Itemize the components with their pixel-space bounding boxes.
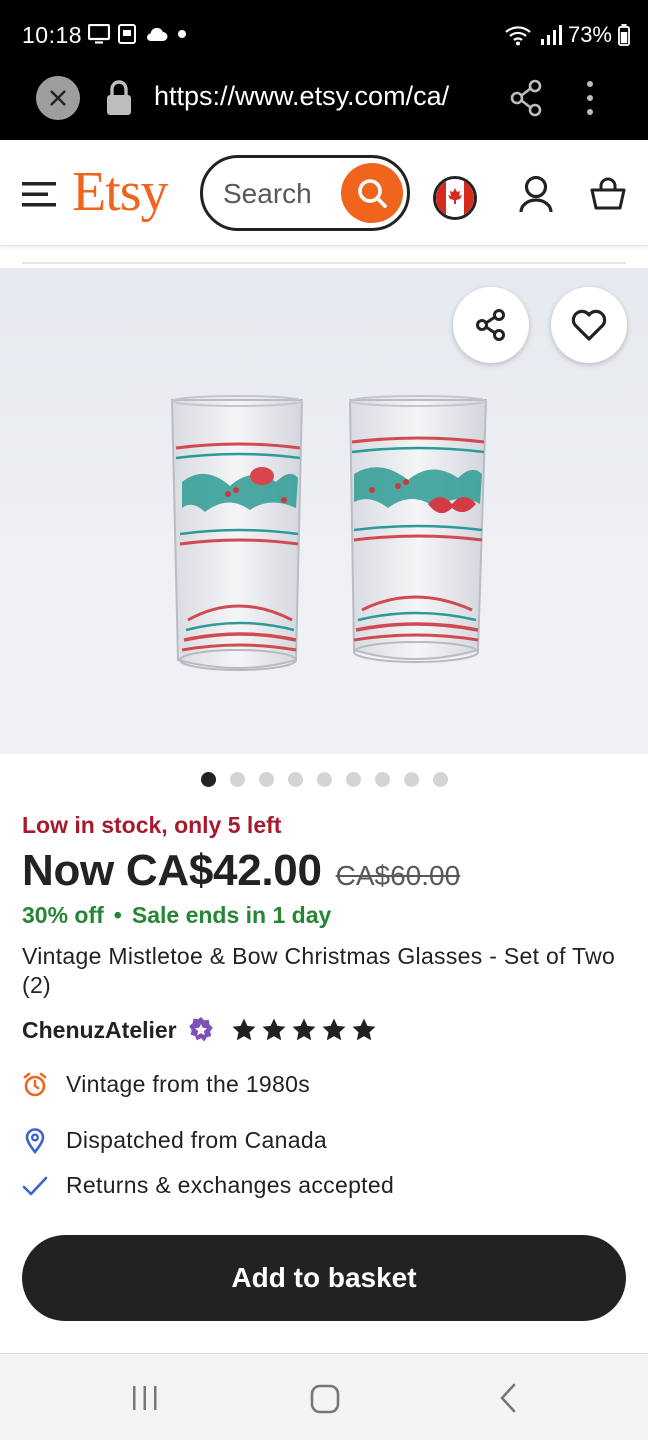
alarm-clock-icon (23, 1072, 47, 1096)
star-icon (262, 1018, 286, 1041)
feature-returns: Returns & exchanges accepted (22, 1172, 394, 1199)
more-options-icon[interactable] (578, 78, 602, 118)
heart-icon (571, 309, 607, 341)
star-icon (322, 1018, 346, 1041)
stock-notice: Low in stock, only 5 left (22, 812, 282, 838)
search-input[interactable] (223, 176, 343, 212)
status-bar: 10:18 73% (0, 0, 648, 70)
close-tab-button[interactable] (36, 76, 80, 120)
add-to-basket-button[interactable]: Add to basket (22, 1235, 626, 1321)
carousel-dots-list (201, 772, 448, 787)
dot-indicator-icon (178, 30, 186, 38)
lock-icon[interactable] (104, 78, 134, 118)
screenshot-icon (118, 24, 136, 44)
search-bar[interactable] (200, 155, 410, 231)
feature-dispatch: Dispatched from Canada (22, 1127, 327, 1154)
discount-label: 30% off (22, 902, 104, 928)
feature-vintage: Vintage from the 1980s (22, 1071, 310, 1098)
carousel-dot[interactable] (288, 772, 303, 787)
feature-returns-text: Returns & exchanges accepted (66, 1172, 395, 1198)
canada-flag-icon (436, 179, 474, 217)
star-icon (352, 1018, 376, 1041)
share-icon[interactable] (508, 78, 544, 118)
status-notification-icons (88, 24, 188, 44)
shop-row: ChenuzAtelier (22, 1016, 377, 1044)
status-time: 10:18 (22, 22, 83, 48)
favorite-button[interactable] (551, 287, 627, 363)
search-button[interactable] (341, 163, 403, 223)
recent-apps-icon[interactable] (130, 1384, 160, 1412)
current-price: Now CA$42.00 (22, 846, 322, 895)
product-title: Vintage Mistletoe & Bow Christmas Glasse… (22, 943, 616, 998)
sale-separator: • (113, 902, 122, 928)
back-icon[interactable] (496, 1382, 520, 1414)
carousel-dot[interactable] (404, 772, 419, 787)
feature-dispatch-text: Dispatched from Canada (66, 1127, 328, 1153)
carousel-dot[interactable] (346, 772, 361, 787)
browser-url-bar: https://www.etsy.com/ca/ (0, 70, 648, 140)
wifi-icon (505, 26, 531, 46)
original-price: CA$60.00 (335, 860, 461, 891)
url-text[interactable]: https://www.etsy.com/ca/ (154, 81, 484, 112)
etsy-logo[interactable]: Etsy (72, 160, 169, 224)
carousel-dot[interactable] (230, 772, 245, 787)
cloud-icon (147, 27, 168, 41)
signal-icon (540, 25, 562, 45)
sale-ends-label: Sale ends in 1 day (131, 902, 332, 928)
share-icon (476, 309, 505, 341)
site-header: Etsy (0, 140, 648, 246)
price-row: Now CA$42.00 CA$60.00 (22, 846, 460, 896)
battery-percent: 73% (567, 22, 612, 47)
image-carousel-dots (0, 772, 648, 790)
sale-info: 30% off • Sale ends in 1 day (22, 902, 331, 929)
carousel-dot[interactable] (433, 772, 448, 787)
checkmark-icon (22, 1176, 48, 1195)
close-icon (50, 90, 66, 106)
carousel-dot[interactable] (259, 772, 274, 787)
product-image[interactable] (0, 268, 648, 754)
status-system-icons: 73% (504, 22, 630, 48)
product-photo-glasses (170, 395, 488, 671)
cast-icon (88, 24, 110, 44)
system-nav-bar (0, 1353, 648, 1440)
region-flag-button[interactable] (433, 176, 477, 220)
carousel-dot[interactable] (317, 772, 332, 787)
carousel-dot[interactable] (375, 772, 390, 787)
battery-icon (618, 24, 630, 46)
rating-stars[interactable] (231, 1017, 377, 1043)
carousel-dot[interactable] (201, 772, 216, 787)
header-divider (22, 262, 626, 264)
star-seller-badge-icon (188, 1017, 213, 1042)
search-icon (358, 179, 387, 208)
star-icon (292, 1018, 316, 1041)
location-pin-icon (25, 1127, 45, 1154)
shop-name-link[interactable]: ChenuzAtelier (22, 1017, 177, 1044)
basket-icon[interactable] (590, 176, 626, 212)
home-icon[interactable] (310, 1384, 340, 1414)
account-icon[interactable] (518, 174, 554, 214)
share-listing-button[interactable] (453, 287, 529, 363)
feature-vintage-text: Vintage from the 1980s (66, 1071, 311, 1097)
star-icon (232, 1018, 256, 1041)
menu-icon[interactable] (22, 180, 56, 208)
